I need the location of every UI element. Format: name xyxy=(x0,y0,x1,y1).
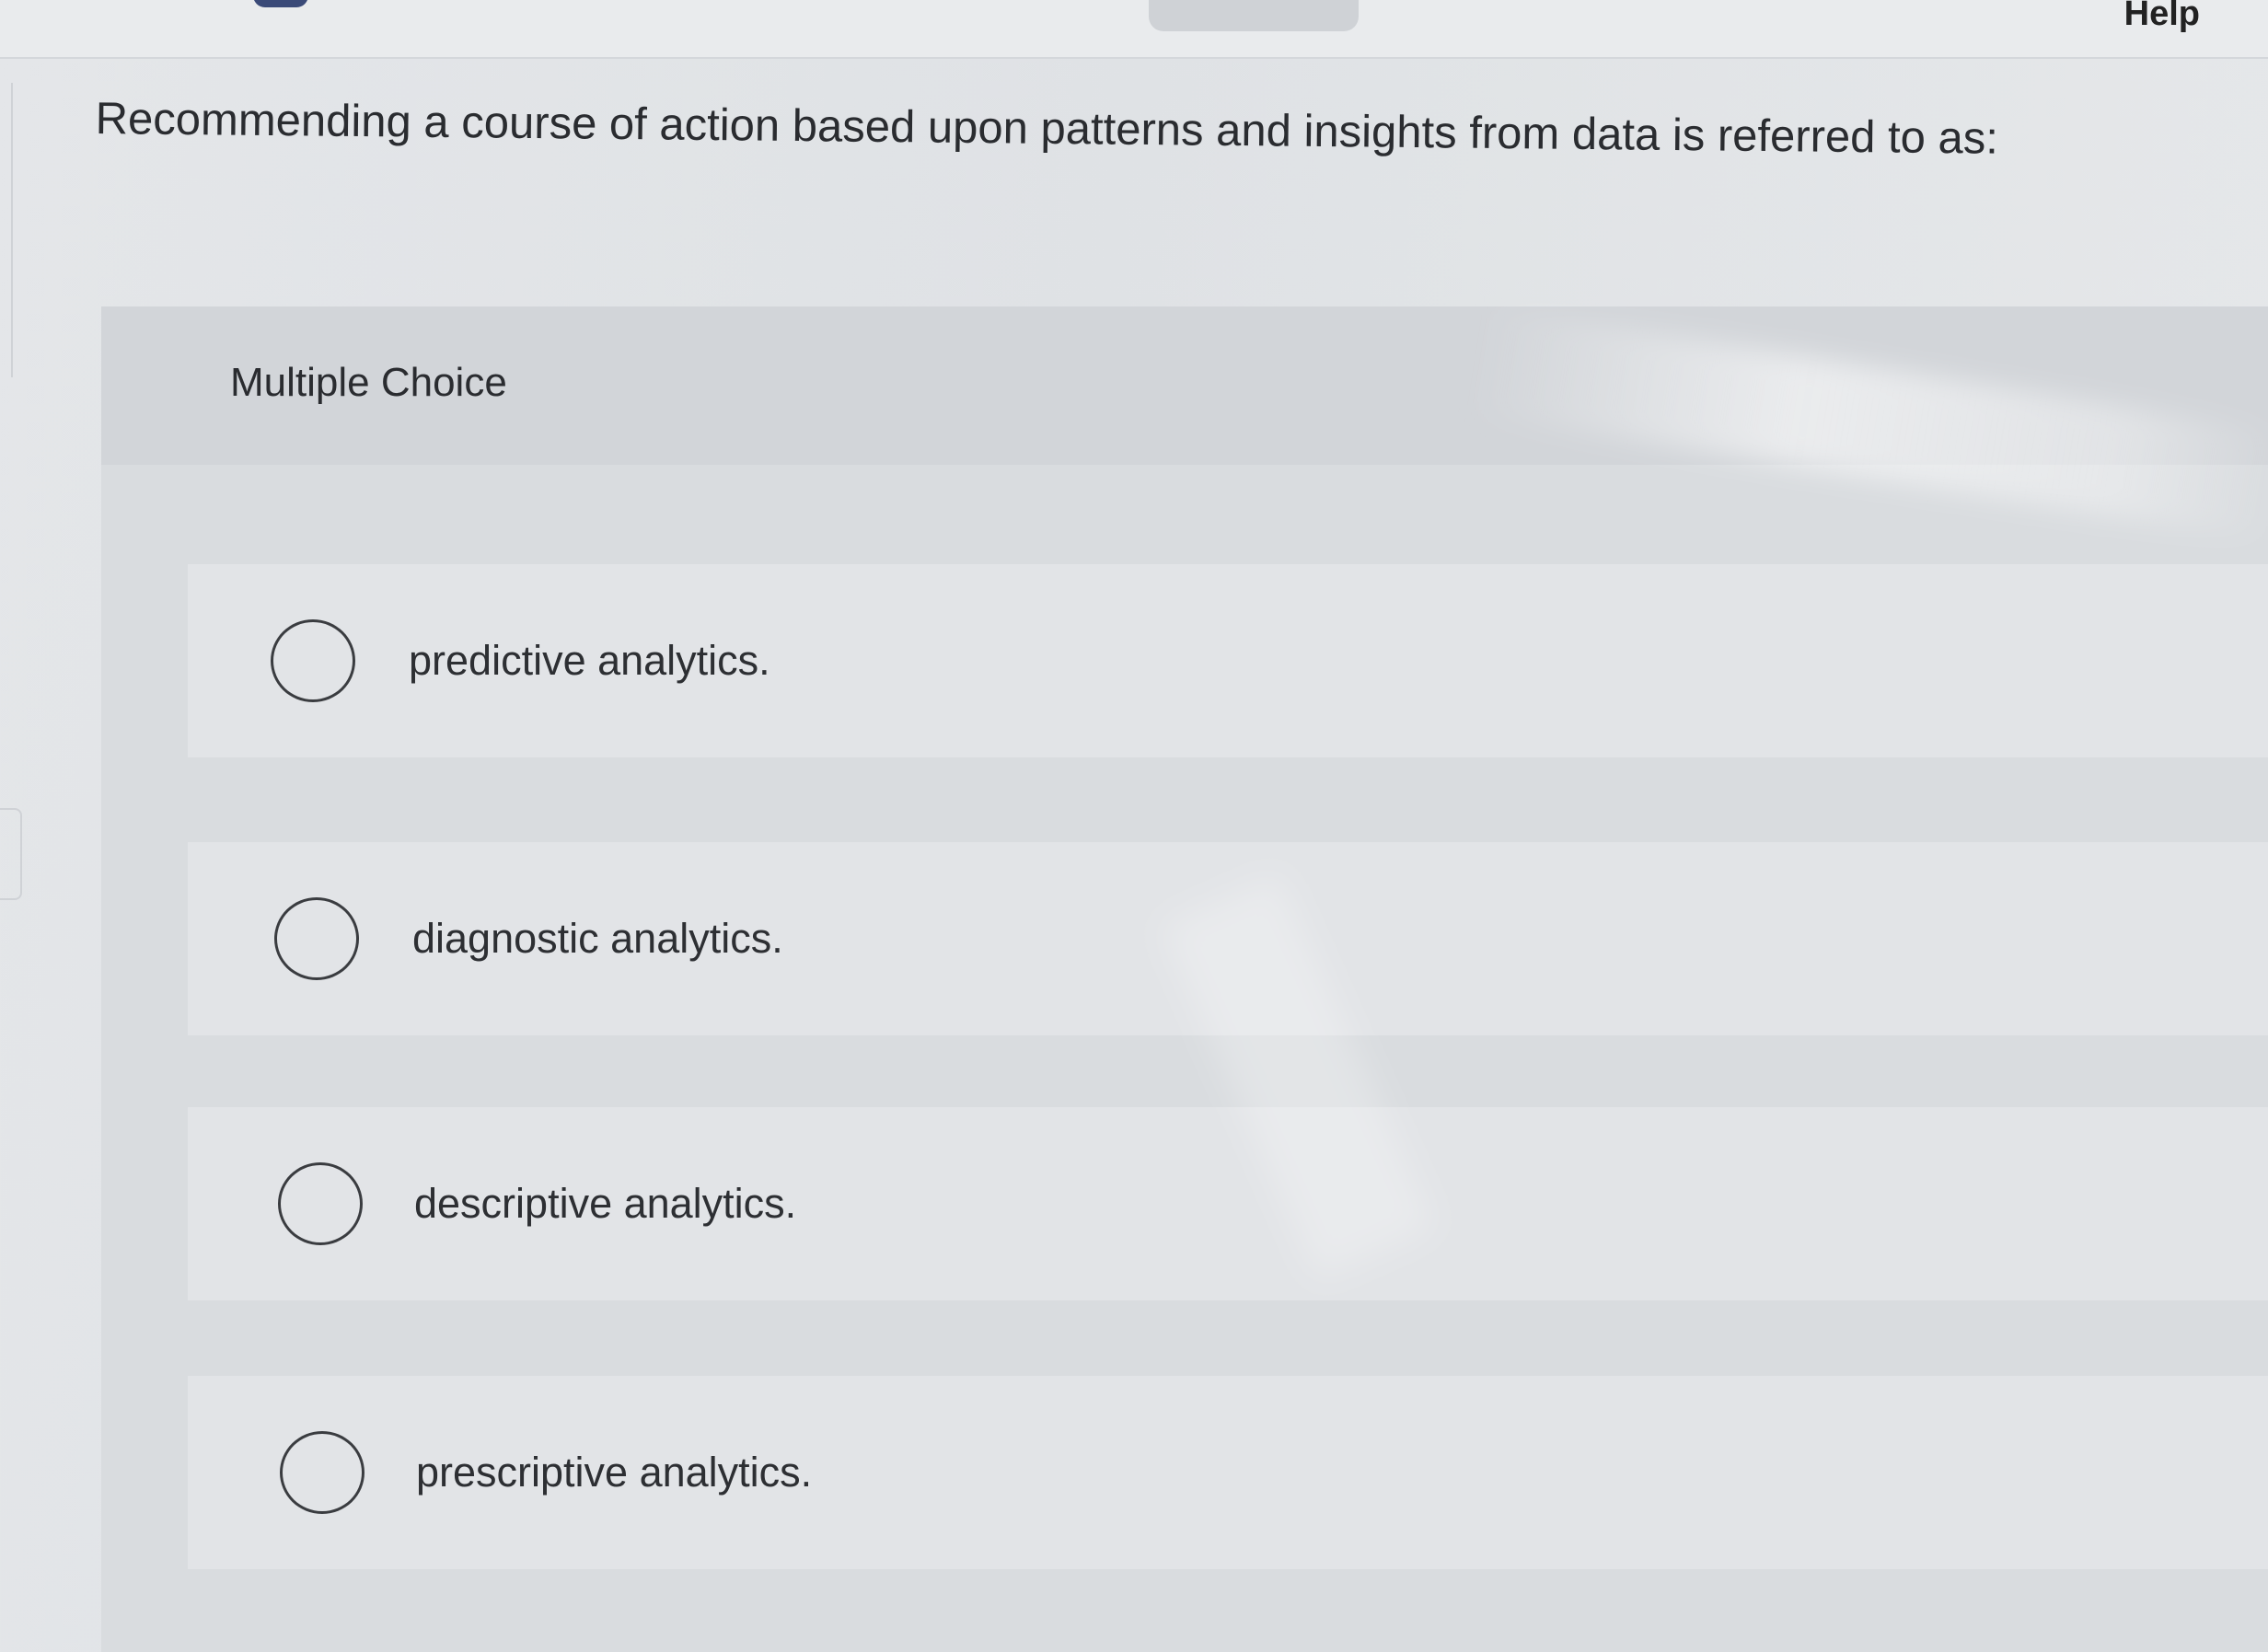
option-label: prescriptive analytics. xyxy=(416,1449,813,1496)
left-rail xyxy=(0,83,13,377)
top-bar: Help xyxy=(0,0,2268,59)
option-descriptive-analytics[interactable]: descriptive analytics. xyxy=(188,1107,2268,1300)
radio-button[interactable] xyxy=(280,1431,364,1514)
option-label: diagnostic analytics. xyxy=(412,915,783,962)
question-text: Recommending a course of action based up… xyxy=(95,93,1999,164)
radio-button[interactable] xyxy=(274,897,359,980)
multiple-choice-label: Multiple Choice xyxy=(230,360,507,405)
option-diagnostic-analytics[interactable]: diagnostic analytics. xyxy=(188,842,2268,1035)
multiple-choice-header: Multiple Choice xyxy=(101,306,2268,465)
multiple-choice-panel: Multiple Choice predictive analytics. di… xyxy=(101,306,2268,1652)
option-prescriptive-analytics[interactable]: prescriptive analytics. xyxy=(188,1376,2268,1569)
radio-button[interactable] xyxy=(278,1162,363,1245)
help-link[interactable]: Help xyxy=(2124,0,2200,34)
option-label: descriptive analytics. xyxy=(414,1180,797,1227)
option-predictive-analytics[interactable]: predictive analytics. xyxy=(188,564,2268,757)
top-center-tab[interactable] xyxy=(1149,0,1359,31)
option-label: predictive analytics. xyxy=(409,637,770,684)
radio-button[interactable] xyxy=(271,619,355,702)
left-side-tab[interactable] xyxy=(0,808,22,900)
top-indicator xyxy=(253,0,308,7)
